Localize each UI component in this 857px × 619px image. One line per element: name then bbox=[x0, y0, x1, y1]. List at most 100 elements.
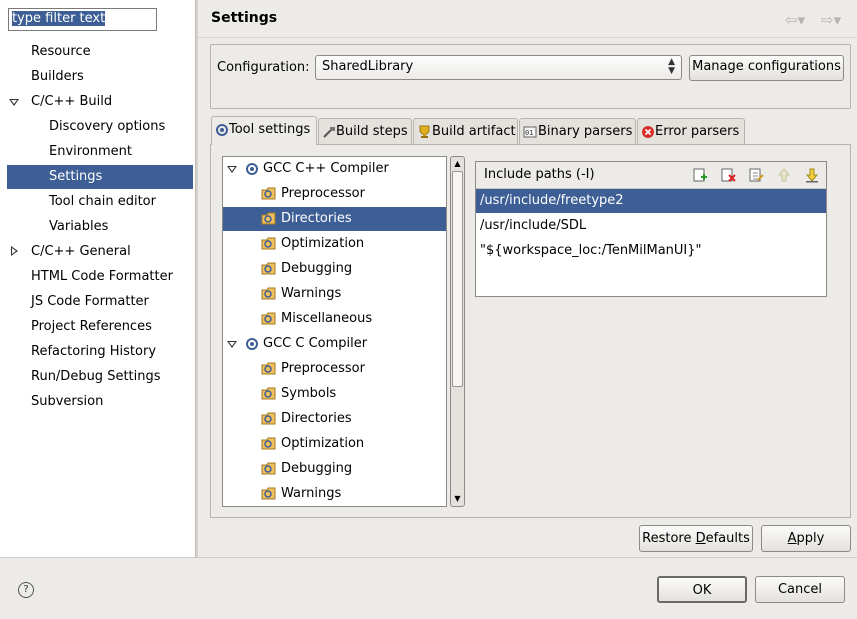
tab-build-artifact[interactable]: Build artifact bbox=[413, 118, 518, 144]
configuration-select[interactable]: SharedLibrary ▲ ▼ bbox=[315, 55, 682, 80]
nav-item-js-code-formatter[interactable]: JS Code Formatter bbox=[31, 290, 149, 314]
scroll-thumb[interactable] bbox=[452, 171, 463, 387]
include-paths-header: Include paths (-I) bbox=[476, 162, 826, 189]
compiler-icon bbox=[246, 163, 258, 175]
forward-arrow-icon[interactable]: ⇨▾ bbox=[821, 11, 841, 29]
tree-item-optimization[interactable]: Optimization bbox=[223, 432, 446, 456]
scroll-up-icon[interactable]: ▲ bbox=[452, 158, 463, 170]
tree-item-debugging[interactable]: Debugging bbox=[223, 257, 446, 281]
folder-icon bbox=[261, 486, 277, 506]
tree-item-gcc-cpp-compiler[interactable]: GCC C++ Compiler bbox=[223, 157, 446, 181]
compiler-icon bbox=[246, 338, 258, 350]
move-down-icon[interactable] bbox=[804, 167, 820, 183]
nav-item-refactoring-history[interactable]: Refactoring History bbox=[31, 340, 156, 364]
tree-item-preprocessor[interactable]: Preprocessor bbox=[223, 182, 446, 206]
tree-item-label: Directories bbox=[281, 211, 352, 226]
nav-item-settings[interactable]: Settings bbox=[7, 165, 193, 189]
configuration-label: Configuration: bbox=[217, 60, 310, 75]
cancel-button[interactable]: Cancel bbox=[755, 576, 845, 603]
tab-label: Error parsers bbox=[655, 124, 740, 139]
include-paths-title: Include paths (-I) bbox=[484, 167, 595, 182]
nav-item-discovery-options[interactable]: Discovery options bbox=[49, 115, 165, 139]
delete-icon[interactable] bbox=[720, 167, 736, 183]
expand-arrow-icon[interactable] bbox=[227, 166, 237, 173]
tab-label: Build steps bbox=[336, 124, 408, 139]
filter-input[interactable]: type filter text bbox=[8, 8, 157, 31]
expand-arrow-icon[interactable] bbox=[227, 341, 237, 348]
collapse-arrow-icon[interactable] bbox=[11, 246, 18, 256]
tree-item-label: Preprocessor bbox=[281, 361, 365, 376]
tree-item-label: GCC C Compiler bbox=[263, 336, 368, 351]
tree-item-directories[interactable]: Directories bbox=[223, 407, 446, 431]
manage-configurations-button[interactable]: Manage configurations bbox=[689, 55, 844, 81]
help-icon[interactable]: ? bbox=[18, 582, 34, 598]
page-title: Settings bbox=[211, 10, 278, 26]
include-paths-list[interactable]: Include paths (-I) /usr/include/freetype… bbox=[475, 161, 827, 297]
tree-item-debugging[interactable]: Debugging bbox=[223, 457, 446, 481]
tree-scrollbar[interactable]: ▲ ▼ bbox=[450, 156, 465, 507]
button-label: Restore bbox=[642, 531, 696, 546]
nav-item-resource[interactable]: Resource bbox=[31, 40, 91, 64]
add-icon[interactable] bbox=[692, 167, 708, 183]
include-path-row[interactable]: /usr/include/SDL bbox=[476, 214, 826, 238]
tree-item-label: Optimization bbox=[281, 436, 365, 451]
nav-item-cpp-build[interactable]: C/C++ Build bbox=[31, 90, 112, 114]
tree-item-symbols[interactable]: Symbols bbox=[223, 382, 446, 406]
tree-item-label: Miscellaneous bbox=[281, 311, 373, 326]
tree-item-label: Optimization bbox=[281, 236, 365, 251]
mnemonic: A bbox=[787, 531, 797, 546]
move-up-icon[interactable] bbox=[776, 167, 792, 183]
tree-item-miscellaneous[interactable]: Miscellaneous bbox=[223, 307, 446, 331]
nav-item-variables[interactable]: Variables bbox=[49, 215, 108, 239]
tab-label: Tool settings bbox=[229, 122, 311, 137]
tree-item-label: Symbols bbox=[281, 386, 337, 401]
binary-icon: 01 bbox=[523, 126, 537, 138]
include-path-row[interactable]: /usr/include/freetype2 bbox=[476, 189, 826, 213]
tree-item-warnings[interactable]: Warnings bbox=[223, 282, 446, 306]
nav-item-subversion[interactable]: Subversion bbox=[31, 390, 103, 414]
apply-button[interactable]: Apply bbox=[761, 525, 851, 552]
svg-text:01: 01 bbox=[525, 129, 533, 137]
tree-item-gcc-c-compiler[interactable]: GCC C Compiler bbox=[223, 332, 446, 356]
tree-item-label: Debugging bbox=[281, 261, 353, 276]
button-label: efaults bbox=[705, 531, 750, 546]
nav-item-builders[interactable]: Builders bbox=[31, 65, 84, 89]
tree-item-optimization[interactable]: Optimization bbox=[223, 232, 446, 256]
nav-item-tool-chain-editor[interactable]: Tool chain editor bbox=[49, 190, 156, 214]
scroll-down-icon[interactable]: ▼ bbox=[452, 493, 463, 505]
tree-item-preprocessor[interactable]: Preprocessor bbox=[223, 357, 446, 381]
tab-binary-parsers[interactable]: 01 Binary parsers bbox=[519, 118, 636, 144]
tree-item-label: Warnings bbox=[281, 486, 342, 501]
filter-text: type filter text bbox=[12, 11, 106, 26]
nav-item-environment[interactable]: Environment bbox=[49, 140, 132, 164]
tab-build-steps[interactable]: Build steps bbox=[318, 118, 412, 144]
tree-item-label: Directories bbox=[281, 411, 352, 426]
restore-defaults-button[interactable]: Restore Defaults bbox=[639, 525, 753, 552]
tool-tree[interactable]: GCC C++ Compiler Preprocessor Directorie… bbox=[222, 156, 447, 507]
nav-item-project-references[interactable]: Project References bbox=[31, 315, 152, 339]
expand-arrow-icon[interactable] bbox=[9, 99, 19, 106]
select-spinner-icon: ▲ ▼ bbox=[668, 57, 675, 76]
configuration-value: SharedLibrary bbox=[322, 59, 414, 74]
tree-item-directories[interactable]: Directories bbox=[223, 207, 446, 231]
error-icon bbox=[642, 125, 654, 138]
button-label: pply bbox=[796, 531, 825, 546]
build-steps-icon bbox=[323, 126, 335, 138]
mnemonic: D bbox=[695, 531, 706, 546]
edit-icon[interactable] bbox=[748, 167, 764, 183]
tree-item-warnings[interactable]: Warnings bbox=[223, 482, 446, 506]
nav-item-run-debug-settings[interactable]: Run/Debug Settings bbox=[31, 365, 161, 389]
nav-item-html-code-formatter[interactable]: HTML Code Formatter bbox=[31, 265, 173, 289]
tab-tool-settings[interactable]: Tool settings bbox=[211, 116, 317, 145]
nav-item-cpp-general[interactable]: C/C++ General bbox=[31, 240, 131, 264]
pane-sash[interactable] bbox=[195, 0, 198, 557]
tab-label: Binary parsers bbox=[538, 124, 633, 139]
tab-error-parsers[interactable]: Error parsers bbox=[637, 118, 745, 144]
include-path-row[interactable]: "${workspace_loc:/TenMilManUI}" bbox=[476, 239, 826, 263]
tab-label: Build artifact bbox=[432, 124, 516, 139]
dialog-divider bbox=[0, 557, 857, 558]
tool-settings-icon bbox=[216, 123, 228, 136]
back-arrow-icon[interactable]: ⇦▾ bbox=[785, 11, 805, 29]
ok-button[interactable]: OK bbox=[657, 576, 747, 603]
tree-item-label: Warnings bbox=[281, 286, 342, 301]
